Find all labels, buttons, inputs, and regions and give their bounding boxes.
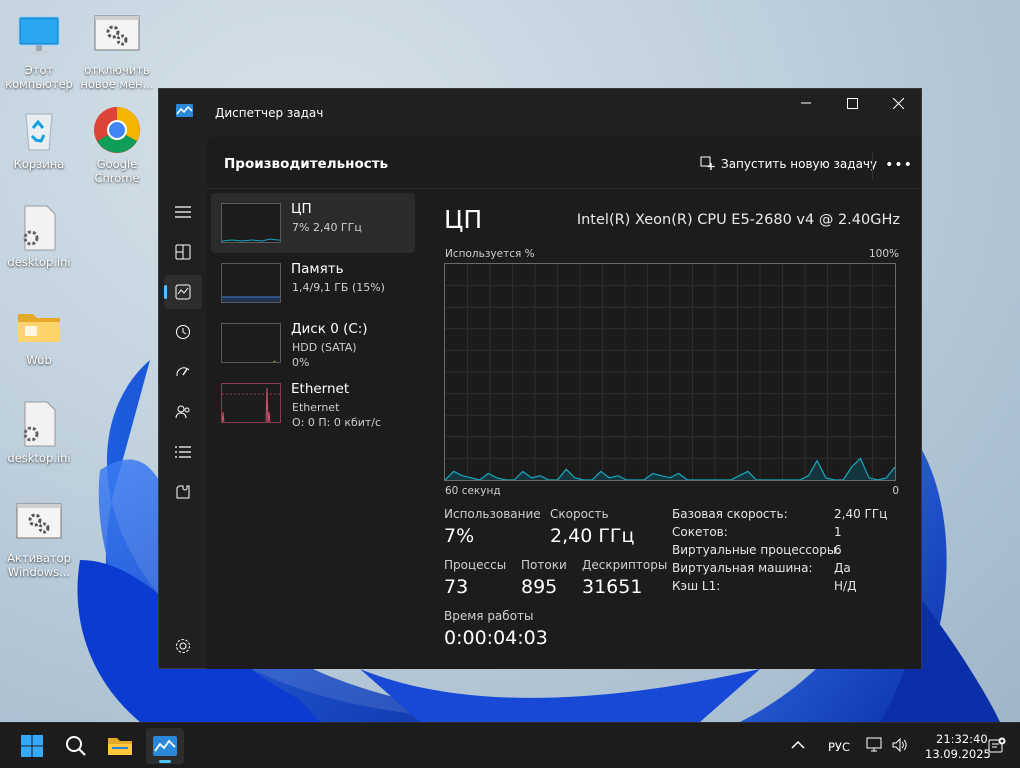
stat-speed: Скорость 2,40 ГГц — [550, 507, 635, 547]
detail-vcpus-value: 6 — [834, 543, 842, 557]
ethernet-thumbnail — [221, 383, 281, 423]
detail-l1-value: Н/Д — [834, 579, 857, 593]
graph-y-label: Используется % — [445, 248, 535, 260]
detail-sockets-label: Сокетов: — [672, 525, 728, 539]
stat-usage: Использование 7% — [444, 507, 541, 547]
cpu-thumbnail — [221, 203, 281, 243]
detail-vm-value: Да — [834, 561, 851, 575]
settings-shortcut-icon — [15, 500, 63, 548]
taskbar: РУС 21:32:40 13.09.2025 — [0, 722, 1020, 768]
notifications-icon[interactable] — [988, 737, 1006, 758]
detail-vm-label: Виртуальная машина: — [672, 561, 813, 575]
app-history-icon[interactable] — [164, 315, 202, 349]
search-icon[interactable] — [57, 728, 95, 764]
task-manager-icon[interactable] — [146, 728, 184, 764]
cpu-detail: ЦП Intel(R) Xeon(R) CPU E5-2680 v4 @ 2.4… — [444, 191, 914, 661]
close-button[interactable] — [875, 89, 921, 117]
header-divider — [872, 151, 873, 179]
window-title: Диспетчер задач — [215, 106, 324, 120]
stat-handles: Дескрипторы 31651 — [582, 558, 668, 598]
desktop-icon-wub[interactable]: Wub — [0, 302, 78, 367]
graph-y-max: 100% — [868, 248, 899, 260]
task-manager-window: Диспетчер задач Производительность Запус… — [158, 88, 922, 669]
cpu-model: Intel(R) Xeon(R) CPU E5-2680 v4 @ 2.40GH… — [576, 212, 900, 228]
performance-icon[interactable] — [164, 275, 202, 309]
folder-icon — [15, 302, 63, 350]
stat-uptime: Время работы 0:00:04:03 — [444, 609, 548, 649]
input-language[interactable]: РУС — [828, 740, 850, 754]
content-pane: Производительность Запустить новую задач… — [207, 137, 921, 669]
desktop-icon-chrome[interactable]: Google Chrome — [78, 106, 156, 185]
maximize-button[interactable] — [829, 89, 875, 117]
detail-base-speed-value: 2,40 ГГц — [834, 507, 888, 521]
desktop-icon-desktop-ini-1[interactable]: desktop.ini — [0, 204, 78, 269]
graph-time-min: 0 — [892, 485, 899, 497]
start-icon[interactable] — [13, 728, 51, 764]
chrome-icon — [93, 106, 141, 154]
task-manager-app-icon — [176, 104, 193, 117]
desktop-icon-recycle-bin[interactable]: Корзина — [0, 106, 78, 171]
file-explorer-icon[interactable] — [101, 728, 139, 764]
graph-time-label: 60 секунд — [445, 485, 501, 497]
clock-date[interactable]: 13.09.2025 — [925, 747, 991, 761]
users-icon[interactable] — [164, 395, 202, 429]
cpu-usage-graph — [444, 263, 896, 481]
show-hidden-icons-chevron-icon[interactable] — [791, 739, 805, 753]
memory-thumbnail — [221, 263, 281, 303]
perf-item-ethernet[interactable]: Ethernet Ethernet О: 0 П: 0 кбит/с — [211, 373, 415, 433]
perf-item-cpu[interactable]: ЦП 7% 2,40 ГГц — [211, 193, 415, 253]
network-icon[interactable] — [866, 737, 884, 756]
minimize-button[interactable] — [783, 89, 829, 117]
run-new-task-button[interactable]: Запустить новую задачу — [700, 156, 877, 171]
settings-shortcut-icon — [93, 12, 141, 60]
stat-threads: Потоки 895 — [521, 558, 567, 598]
services-icon[interactable] — [164, 475, 202, 509]
run-task-icon — [700, 156, 715, 170]
volume-icon[interactable] — [891, 737, 909, 756]
performance-list: ЦП 7% 2,40 ГГц Память 1,4/9,1 ГБ (15%) Д… — [207, 191, 419, 669]
cpu-title: ЦП — [444, 205, 483, 234]
clock-time[interactable]: 21:32:40 — [936, 732, 988, 746]
title-bar[interactable]: Диспетчер задач — [159, 89, 921, 137]
more-options-button[interactable]: ••• — [885, 151, 913, 179]
menu-icon[interactable] — [164, 195, 202, 229]
details-icon[interactable] — [164, 435, 202, 469]
detail-sockets-value: 1 — [834, 525, 842, 539]
startup-icon[interactable] — [164, 355, 202, 389]
desktop-icon-disable-menu[interactable]: отключить новое мен... — [78, 12, 156, 91]
graph-grid — [445, 264, 895, 480]
detail-l1-label: Кэш L1: — [672, 579, 721, 593]
page-title: Производительность — [224, 156, 389, 172]
navigation-rail — [159, 137, 207, 669]
cpu-usage-chart — [444, 264, 896, 481]
ini-file-icon — [15, 204, 63, 252]
ini-file-icon — [15, 400, 63, 448]
detail-base-speed-label: Базовая скорость: — [672, 507, 788, 521]
perf-item-memory[interactable]: Память 1,4/9,1 ГБ (15%) — [211, 253, 415, 313]
stat-processes: Процессы 73 — [444, 558, 507, 598]
perf-item-disk[interactable]: Диск 0 (C:) HDD (SATA) 0% — [211, 313, 415, 373]
page-header: Производительность Запустить новую задач… — [207, 137, 921, 189]
desktop-icon-activator[interactable]: Активатор Windows... — [0, 500, 78, 579]
disk-thumbnail — [221, 323, 281, 363]
desktop-icon-this-pc[interactable]: Этот компьютер — [0, 12, 78, 91]
desktop-icon-desktop-ini-2[interactable]: desktop.ini — [0, 400, 78, 465]
detail-vcpus-label: Виртуальные процессоры: — [672, 543, 841, 557]
recycle-bin-icon — [15, 106, 63, 154]
monitor-icon — [15, 12, 63, 60]
settings-icon[interactable] — [164, 629, 202, 663]
processes-icon[interactable] — [164, 235, 202, 269]
